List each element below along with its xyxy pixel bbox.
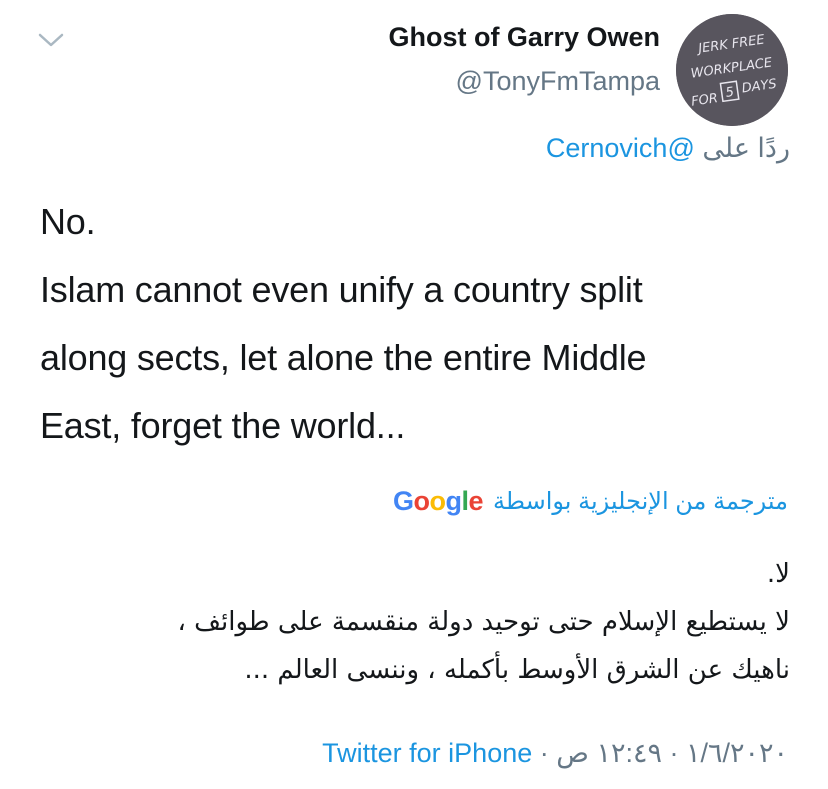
google-letter: o <box>413 486 430 516</box>
google-letter: g <box>445 486 462 516</box>
tweet-text-line: along sects, let alone the entire Middle <box>40 337 647 378</box>
chevron-down-icon[interactable] <box>36 30 66 50</box>
tweet-footer: ١/٦/٢٠٢٠ · ١٢:٤٩ ص · Twitter for iPhone <box>322 738 788 769</box>
reply-prefix: ردًا على <box>702 133 790 163</box>
google-logo: Google <box>392 486 484 517</box>
tweet-text-line: East, forget the world... <box>40 405 406 446</box>
translated-text: لا. لا يستطيع الإسلام حتى توحيد دولة منق… <box>30 550 790 694</box>
separator-dot: · <box>539 738 549 768</box>
google-letter: e <box>468 486 484 516</box>
google-letter: G <box>392 486 414 516</box>
translation-attribution: مترجمة من الإنجليزية بواسطة Google <box>393 486 788 517</box>
reply-context: ردًا على @Cernovich <box>546 133 790 164</box>
tweet-text-line: No. <box>40 201 96 242</box>
tweet-text: No. Islam cannot even unify a country sp… <box>40 188 800 460</box>
translated-text-line: لا يستطيع الإسلام حتى توحيد دولة منقسمة … <box>177 607 790 637</box>
display-name[interactable]: Ghost of Garry Owen <box>388 22 660 53</box>
reply-mention-link[interactable]: @Cernovich <box>546 133 695 163</box>
user-handle[interactable]: @TonyFmTampa <box>456 66 660 97</box>
google-letter: l <box>461 486 469 516</box>
translated-text-line: لا. <box>766 559 790 589</box>
tweet-source-link[interactable]: Twitter for iPhone <box>322 738 532 768</box>
tweet-time[interactable]: ١٢:٤٩ ص <box>556 738 662 768</box>
tweet-date[interactable]: ١/٦/٢٠٢٠ <box>686 738 788 768</box>
tweet-text-line: Islam cannot even unify a country split <box>40 269 643 310</box>
separator-dot: · <box>669 738 679 768</box>
google-letter: o <box>429 486 446 516</box>
avatar[interactable]: JERK FREE WORKPLACE FOR 5 DAYS <box>676 14 788 126</box>
translated-by-label: مترجمة من الإنجليزية بواسطة <box>493 488 788 515</box>
translated-text-line: ناهيك عن الشرق الأوسط بأكمله ، وننسى الع… <box>244 655 790 685</box>
